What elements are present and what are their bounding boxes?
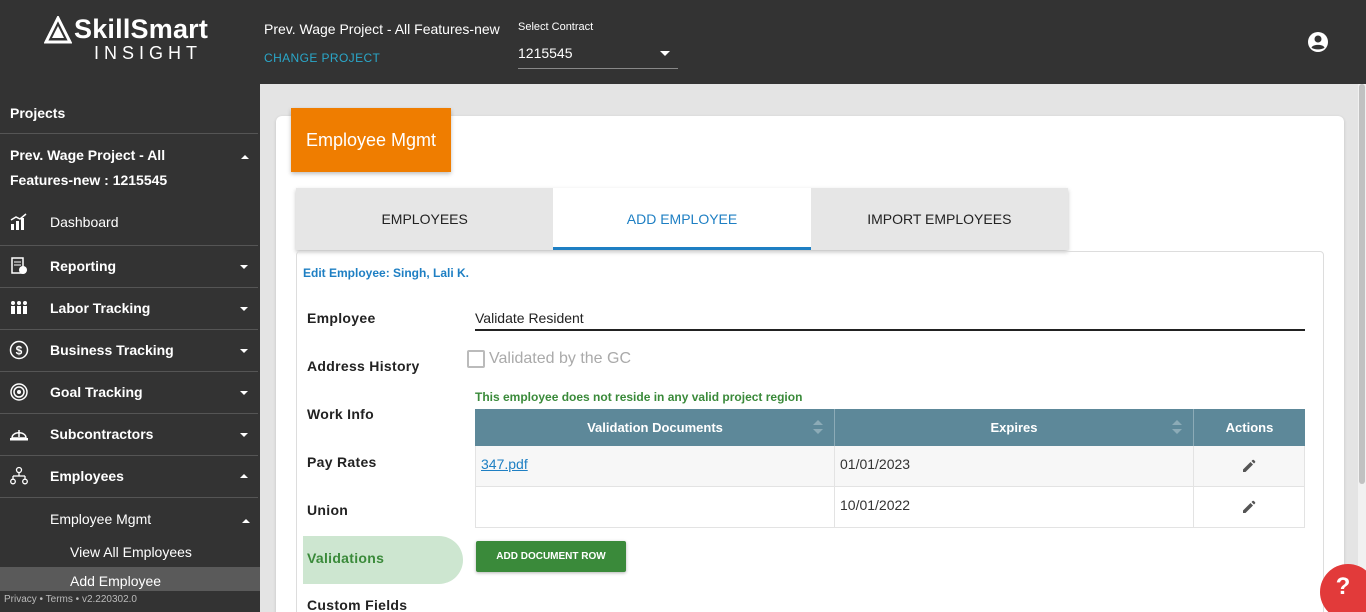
sidebar-item-label: Business Tracking <box>50 342 174 358</box>
sidebar-link-add-employee[interactable]: Add Employee <box>70 573 161 589</box>
sort-icon[interactable] <box>1171 418 1183 436</box>
sidebar-project-name[interactable]: Prev. Wage Project - All Features-new : … <box>10 143 225 193</box>
validated-by-gc-label: Validated by the GC <box>489 350 632 367</box>
dashboard-icon <box>10 213 27 230</box>
chevron-down-icon <box>240 391 248 395</box>
logo-text: SkillSmart <box>74 14 209 44</box>
report-icon <box>11 257 27 274</box>
add-document-row-button[interactable]: ADD DOCUMENT ROW <box>476 541 626 572</box>
validate-type-value: Validate Resident <box>475 310 584 326</box>
chevron-down-icon <box>240 349 248 353</box>
divider <box>0 133 258 134</box>
logo-subtitle: INSIGHT <box>94 43 203 63</box>
hardhat-icon <box>10 430 28 441</box>
tab-employees[interactable]: EMPLOYEES <box>296 188 554 250</box>
column-header-documents[interactable]: Validation Documents <box>475 409 835 446</box>
target-icon <box>10 383 28 401</box>
page-scrollbar[interactable] <box>1358 84 1366 612</box>
sidebar-link-view-all-employees[interactable]: View All Employees <box>70 544 192 560</box>
table-row: 10/01/2022 <box>475 487 1305 528</box>
chevron-down-icon <box>240 265 248 269</box>
change-project-link[interactable]: CHANGE PROJECT <box>264 51 380 65</box>
help-icon: ? <box>1335 573 1351 600</box>
sidebar-item-goal-tracking[interactable]: Goal Tracking <box>0 371 258 413</box>
column-header-label: Expires <box>990 420 1038 435</box>
column-header-expires[interactable]: Expires <box>835 409 1193 446</box>
form-nav-pay-rates[interactable]: Pay Rates <box>307 454 377 470</box>
contract-label: Select Contract <box>518 21 594 33</box>
contract-select[interactable]: 1215545 <box>518 38 678 69</box>
app-logo[interactable]: SkillSmart INSIGHT <box>44 14 224 66</box>
expires-date: 01/01/2023 <box>840 456 911 472</box>
page-title: Employee Mgmt <box>291 108 451 172</box>
form-nav-custom-fields[interactable]: Custom Fields <box>307 597 407 612</box>
sidebar-item-label: Goal Tracking <box>50 384 143 400</box>
column-separator <box>1193 446 1194 487</box>
form-nav-employee[interactable]: Employee <box>307 310 376 326</box>
sidebar-item-employees[interactable]: Employees <box>0 455 258 497</box>
chevron-down-icon <box>240 307 248 311</box>
workers-icon <box>11 301 27 314</box>
project-title: Prev. Wage Project - All Features-new <box>264 21 500 37</box>
sidebar-item-business-tracking[interactable]: $ Business Tracking <box>0 329 258 371</box>
chevron-up-icon <box>242 519 250 523</box>
tab-import-employees[interactable]: IMPORT EMPLOYEES <box>810 188 1068 250</box>
caret-down-icon <box>660 51 670 56</box>
column-separator <box>834 446 835 487</box>
table-header: Validation Documents Expires Actions <box>475 409 1305 446</box>
form-nav-union[interactable]: Union <box>307 502 348 518</box>
tab-add-employee[interactable]: ADD EMPLOYEE <box>553 188 811 250</box>
sidebar-item-label: Employees <box>50 468 124 484</box>
region-warning: This employee does not reside in any val… <box>475 390 803 404</box>
validate-type-select[interactable]: Validate Resident <box>475 304 1305 331</box>
account-icon[interactable] <box>1307 31 1329 53</box>
scrollbar-thumb[interactable] <box>1359 84 1365 484</box>
sidebar-item-label: Reporting <box>50 258 117 274</box>
sidebar-item-label: Subcontractors <box>50 426 154 442</box>
contract-value: 1215545 <box>518 45 573 61</box>
form-nav-address-history[interactable]: Address History <box>307 358 420 374</box>
sidebar-item-label: Labor Tracking <box>50 300 151 316</box>
column-header-label: Validation Documents <box>587 420 723 435</box>
table-row: 347.pdf 01/01/2023 <box>475 446 1305 487</box>
dollar-icon: $ <box>9 340 29 360</box>
sidebar-subitem-employee-mgmt[interactable]: Employee Mgmt <box>50 511 151 527</box>
svg-text:$: $ <box>16 344 23 358</box>
form-nav-validations[interactable]: Validations <box>307 550 384 566</box>
logo-mark-icon <box>44 15 72 43</box>
sidebar-footer[interactable]: Privacy • Terms • v2.220302.0 <box>0 591 260 612</box>
pencil-icon[interactable] <box>1242 500 1256 514</box>
sidebar-item-dashboard[interactable]: Dashboard <box>0 201 258 243</box>
sort-icon[interactable] <box>812 418 824 436</box>
org-chart-icon <box>10 466 28 485</box>
chevron-down-icon <box>240 433 248 437</box>
sidebar-item-label: Dashboard <box>50 214 119 230</box>
sidebar-item-labor-tracking[interactable]: Labor Tracking <box>0 287 258 329</box>
column-header-label: Actions <box>1225 420 1274 435</box>
validated-by-gc-checkbox[interactable] <box>467 350 485 368</box>
form-nav-work-info[interactable]: Work Info <box>307 406 374 422</box>
projects-heading: Projects <box>10 105 66 121</box>
top-bar: SkillSmart INSIGHT Prev. Wage Project - … <box>0 0 1366 84</box>
tab-bar: EMPLOYEES ADD EMPLOYEE IMPORT EMPLOYEES <box>296 188 1068 250</box>
column-separator <box>834 487 835 528</box>
divider <box>0 497 258 498</box>
sidebar-item-subcontractors[interactable]: Subcontractors <box>0 413 258 455</box>
document-link[interactable]: 347.pdf <box>481 456 528 472</box>
chevron-up-icon <box>240 474 248 478</box>
sidebar-item-reporting[interactable]: Reporting <box>0 245 258 287</box>
expires-date: 10/01/2022 <box>840 497 911 513</box>
pencil-icon[interactable] <box>1242 459 1256 473</box>
chevron-up-icon <box>241 155 249 159</box>
column-header-actions: Actions <box>1194 409 1305 446</box>
edit-employee-label: Edit Employee: Singh, Lali K. <box>303 266 470 280</box>
sidebar: Projects Prev. Wage Project - All Featur… <box>0 84 260 612</box>
column-separator <box>1193 487 1194 528</box>
